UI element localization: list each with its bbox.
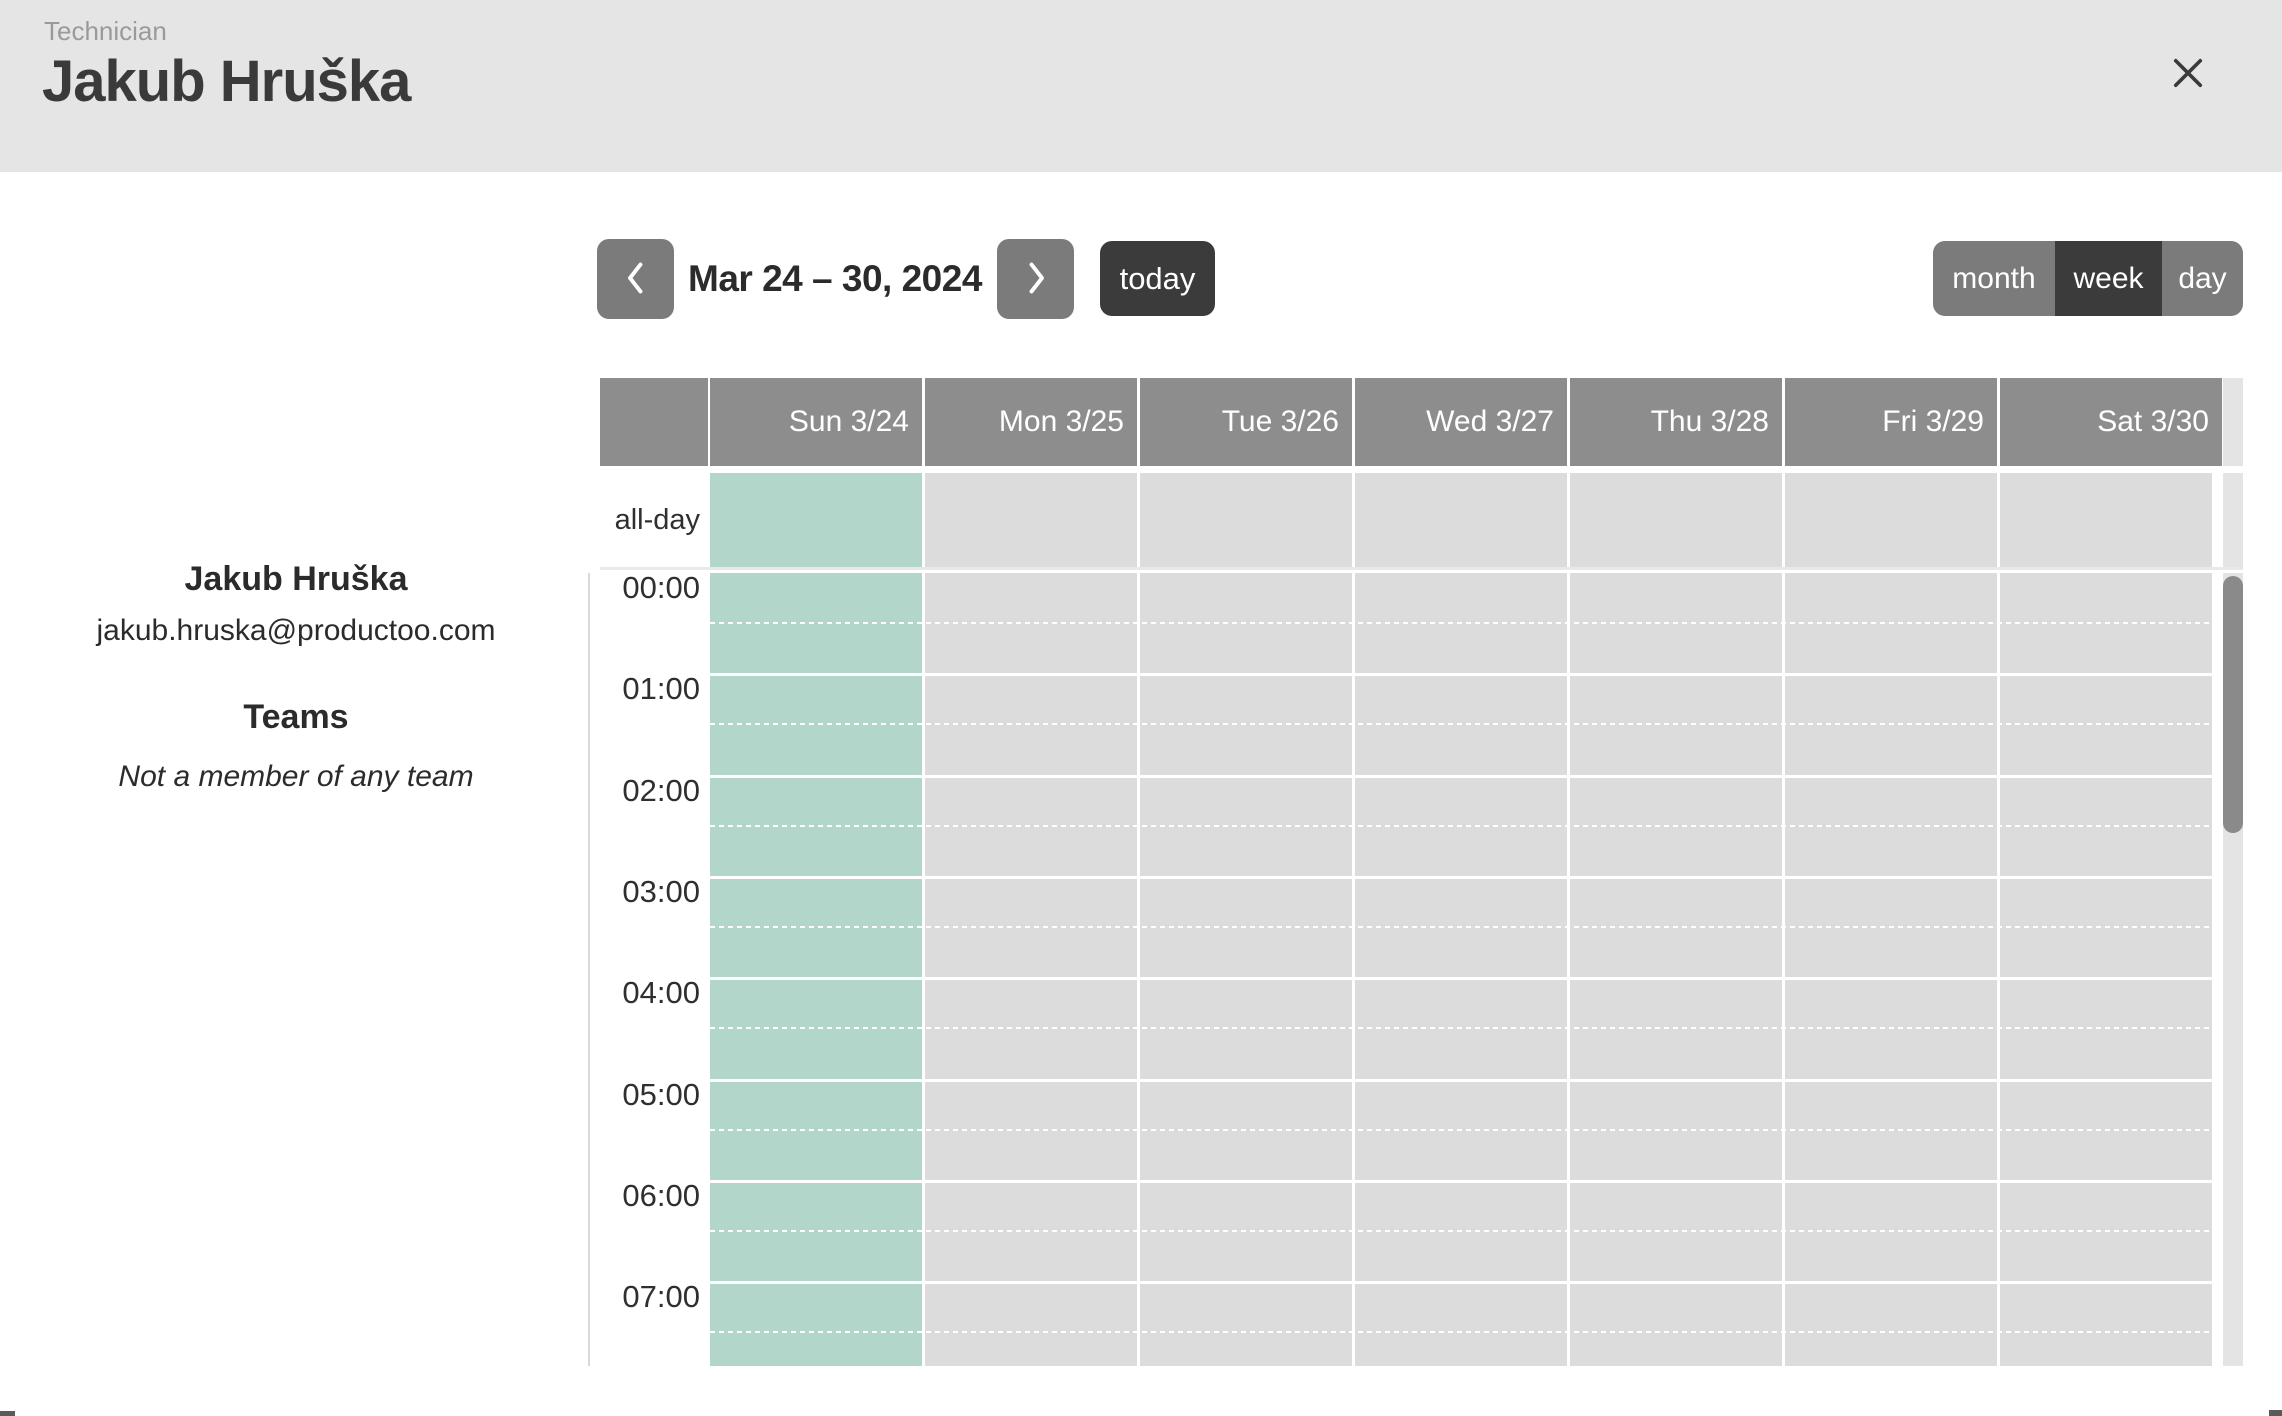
half-hour-gridline	[710, 723, 2215, 725]
calendar-header-gutter	[600, 378, 708, 466]
day-header-cell: Fri 3/29	[1785, 378, 1997, 466]
cropped-element-bottom-right	[2269, 1410, 2282, 1416]
time-label: 07:00	[600, 1279, 700, 1315]
day-column	[2000, 573, 2212, 1366]
hour-gridline	[710, 977, 2215, 980]
all-day-cell	[1785, 473, 1997, 567]
all-day-cell	[1140, 473, 1352, 567]
view-toggle: monthweekday	[1933, 241, 2243, 316]
day-header-cell: Mon 3/25	[925, 378, 1137, 466]
chevron-left-icon	[618, 256, 654, 303]
teams-empty-note: Not a member of any team	[0, 760, 592, 794]
all-day-label: all-day	[600, 473, 700, 567]
view-button-day[interactable]: day	[2162, 241, 2243, 316]
time-label: 05:00	[600, 1077, 700, 1113]
dialog-header: Technician Jakub Hruška	[0, 0, 2282, 172]
chevron-right-icon	[1018, 256, 1054, 303]
all-day-cell	[925, 473, 1137, 567]
technician-detail-dialog: Technician Jakub Hruška Jakub Hruška jak…	[0, 0, 2282, 1416]
header-scroll-gutter	[2223, 378, 2243, 466]
hour-gridline	[710, 876, 2215, 879]
time-grid: 00:00 01:00 02:00 03:00 04:00 05:00 06:00 07:00	[588, 573, 2245, 1366]
today-button[interactable]: today	[1100, 241, 1215, 316]
all-day-cell-today	[710, 473, 922, 567]
all-day-divider	[600, 567, 2243, 570]
all-day-cell	[2000, 473, 2212, 567]
day-column	[1140, 573, 1352, 1366]
close-icon	[2167, 52, 2209, 97]
cropped-element-bottom-left	[0, 1411, 15, 1416]
page-title: Jakub Hruška	[42, 48, 410, 115]
day-header-cell: Wed 3/27	[1355, 378, 1567, 466]
view-button-month[interactable]: month	[1933, 241, 2055, 316]
half-hour-gridline	[710, 825, 2215, 827]
time-label: 06:00	[600, 1178, 700, 1214]
hour-gridline	[710, 1281, 2215, 1284]
view-button-week[interactable]: week	[2055, 241, 2162, 316]
date-range-title: Mar 24 – 30, 2024	[688, 239, 982, 319]
technician-email: jakub.hruska@productoo.com	[0, 614, 592, 648]
scrollbar-thumb[interactable]	[2223, 576, 2243, 833]
hour-gridline	[710, 673, 2215, 676]
day-column-today	[710, 573, 922, 1366]
half-hour-gridline	[710, 622, 2215, 624]
prev-week-button[interactable]	[597, 239, 674, 319]
day-header-cell: Thu 3/28	[1570, 378, 1782, 466]
hour-gridline	[710, 1180, 2215, 1183]
hour-gridline	[710, 775, 2215, 778]
entity-type-label: Technician	[44, 16, 167, 47]
day-column	[1570, 573, 1782, 1366]
hour-gridline	[710, 1079, 2215, 1082]
day-header-cell: Sun 3/24	[710, 378, 922, 466]
all-day-cell	[1355, 473, 1567, 567]
day-column	[1355, 573, 1567, 1366]
all-day-scroll-gutter	[2223, 473, 2243, 567]
time-label: 02:00	[600, 773, 700, 809]
time-label: 01:00	[600, 671, 700, 707]
half-hour-gridline	[710, 926, 2215, 928]
teams-heading: Teams	[0, 698, 592, 737]
time-label: 04:00	[600, 975, 700, 1011]
half-hour-gridline	[710, 1129, 2215, 1131]
half-hour-gridline	[710, 1230, 2215, 1232]
time-label: 03:00	[600, 874, 700, 910]
all-day-cell	[1570, 473, 1782, 567]
half-hour-gridline	[710, 1027, 2215, 1029]
time-label: 00:00	[600, 573, 700, 606]
technician-name: Jakub Hruška	[0, 560, 592, 599]
close-button[interactable]	[2162, 48, 2214, 100]
day-column	[925, 573, 1137, 1366]
day-column	[1785, 573, 1997, 1366]
half-hour-gridline	[710, 1331, 2215, 1333]
day-header-cell: Sat 3/30	[2000, 378, 2222, 466]
next-week-button[interactable]	[997, 239, 1074, 319]
day-header-cell: Tue 3/26	[1140, 378, 1352, 466]
